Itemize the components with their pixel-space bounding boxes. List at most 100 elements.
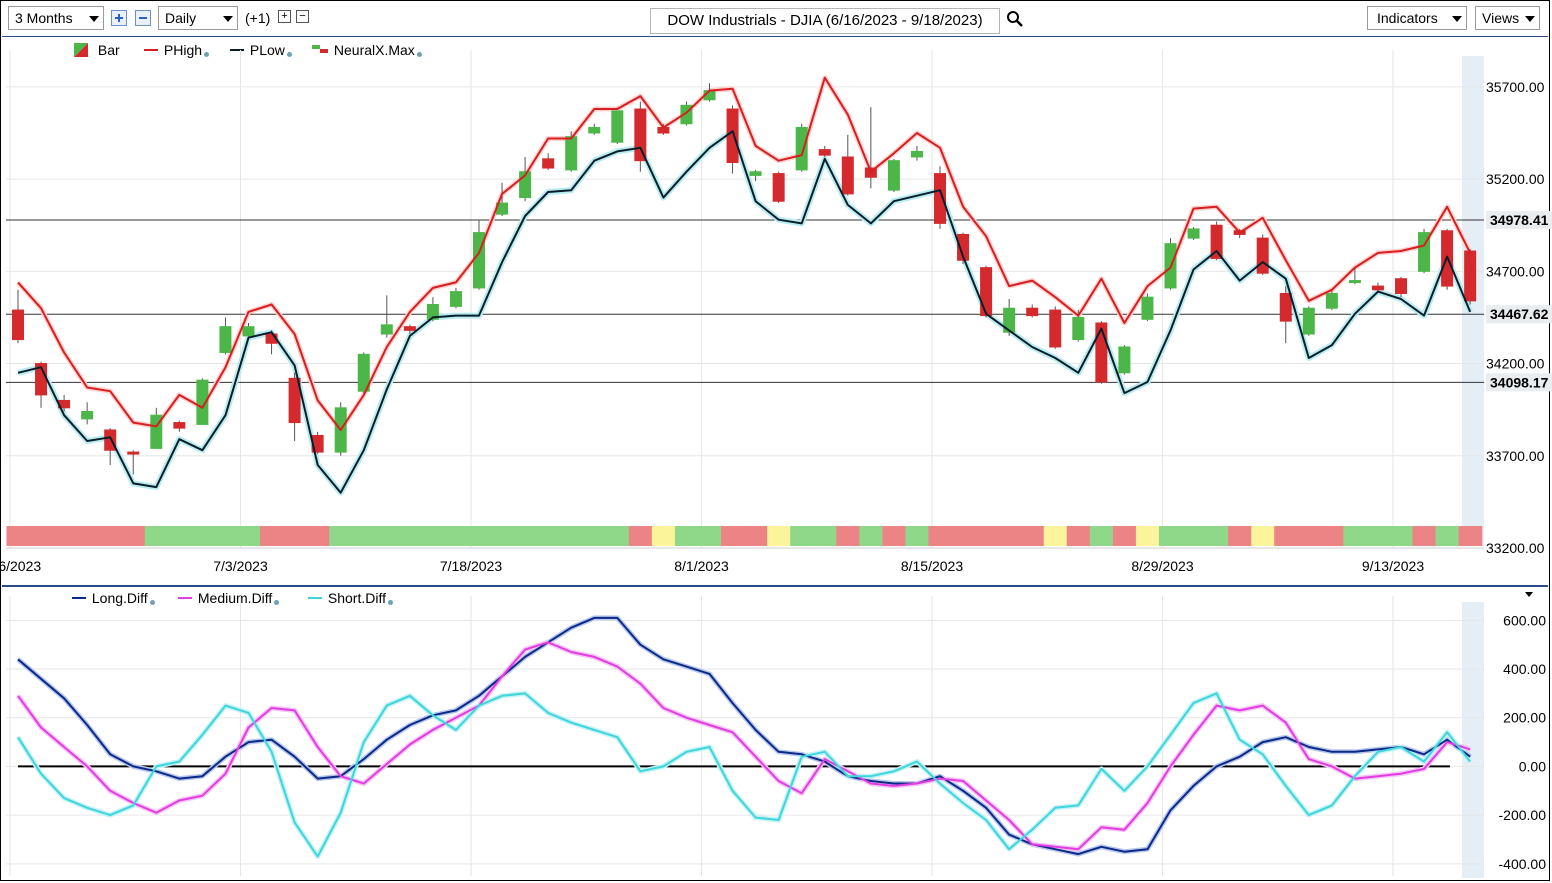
signal-band-cell — [375, 526, 399, 546]
x-tick-label: 8/29/2023 — [1131, 558, 1193, 574]
signal-band-cell — [513, 526, 538, 546]
signal-band-cell — [190, 526, 215, 546]
candle-down — [542, 158, 555, 169]
candle-down — [1026, 307, 1039, 317]
level-label: 34978.41 — [1490, 212, 1549, 228]
chevron-down-icon — [89, 16, 99, 22]
offset-label: (+1) — [245, 10, 271, 26]
y-tick-label: 400.00 — [1503, 661, 1546, 677]
candle-up — [1348, 280, 1361, 284]
chevron-down-icon — [223, 16, 233, 22]
signal-band-cell — [1135, 526, 1160, 546]
candle-up — [910, 150, 923, 158]
candle-up — [1118, 346, 1131, 374]
level-label: 34098.17 — [1490, 374, 1549, 390]
candle-down — [1395, 278, 1407, 294]
candle-down — [173, 422, 186, 429]
candle-up — [749, 171, 762, 176]
osc-scroll-strip — [1462, 602, 1484, 878]
signal-band-cell — [536, 526, 561, 546]
candle-down — [1256, 237, 1269, 274]
signal-band-cell — [1182, 526, 1206, 546]
plow-line — [17, 130, 1472, 494]
search-icon[interactable] — [1006, 10, 1024, 28]
candle-down — [1049, 309, 1062, 348]
candle-up — [1141, 296, 1154, 320]
signal-band-cell — [928, 526, 953, 546]
offset-increase-button[interactable]: + — [278, 10, 291, 23]
pane-divider[interactable] — [2, 585, 1548, 587]
signal-band-cell — [1020, 526, 1045, 546]
signal-band-cell — [1343, 526, 1368, 546]
series-glow — [16, 615, 1472, 857]
candle-down — [1095, 322, 1108, 383]
x-tick-label: 8/15/2023 — [901, 558, 963, 574]
interval-value: Daily — [165, 10, 197, 26]
views-dropdown[interactable]: Views — [1475, 6, 1540, 30]
signal-band-cell — [1320, 526, 1344, 546]
signal-band-cell — [98, 526, 123, 546]
candle-up — [380, 324, 393, 335]
y-tick-label: 35200.00 — [1486, 171, 1545, 187]
signal-band-cell — [974, 526, 999, 546]
signal-band-cell — [29, 526, 54, 546]
price-chart[interactable]: 35700.00 35200.00 34700.00 34200.00 33700.00… — [0, 38, 1552, 584]
signal-band-cell — [1205, 526, 1229, 546]
oscillator-chart[interactable]: 600.00 400.00 200.00 0.00 -200.00 -400.00 — [0, 588, 1552, 880]
zoom-out-button[interactable] — [135, 10, 151, 26]
candle-down — [1371, 285, 1384, 291]
symbol-title-field[interactable]: DOW Industrials - DJIA (6/16/2023 - 9/18… — [650, 8, 1000, 34]
candle-up — [565, 136, 578, 171]
signal-band-cell — [813, 526, 837, 546]
candle-down — [403, 326, 416, 331]
signal-band-cell — [121, 526, 146, 546]
signal-band-cell — [582, 526, 607, 546]
signal-band-cell — [6, 526, 31, 546]
views-label: Views — [1482, 10, 1520, 26]
y-tick-label: 200.00 — [1503, 710, 1546, 726]
signal-band-cell — [1274, 526, 1298, 546]
signal-band-cell — [605, 526, 630, 546]
range-value: 3 Months — [15, 10, 73, 26]
minus-icon — [139, 17, 147, 19]
signal-band-cell — [1251, 526, 1275, 546]
signal-band-cell — [144, 526, 169, 546]
zoom-in-button[interactable] — [111, 10, 127, 26]
signal-band-cell — [859, 526, 883, 546]
x-tick-label: 9/13/2023 — [1362, 558, 1424, 574]
y-tick-label: 34700.00 — [1486, 263, 1545, 279]
y-tick-label: 33200.00 — [1486, 540, 1545, 556]
indicators-dropdown[interactable]: Indicators — [1367, 6, 1467, 30]
x-tick-label: 6/16/2023 — [0, 558, 41, 574]
signal-band-cell — [628, 526, 653, 546]
x-tick-label: 7/18/2023 — [440, 558, 502, 574]
candle-up — [242, 326, 255, 337]
symbol-title: DOW Industrials - DJIA (6/16/2023 - 9/18… — [667, 12, 983, 29]
chevron-down-icon — [1525, 16, 1535, 22]
candle-up — [887, 160, 900, 191]
toolbar-divider — [2, 36, 1548, 37]
signal-band-cell — [1389, 526, 1414, 546]
x-tick-label: 8/1/2023 — [674, 558, 729, 574]
signal-band-cell — [1228, 526, 1252, 546]
signal-band-cell — [905, 526, 930, 546]
signal-band-cell — [236, 526, 261, 546]
candle-down — [818, 149, 831, 156]
candle-up — [449, 291, 462, 307]
y-tick-label: 34200.00 — [1486, 356, 1545, 372]
signal-band-cell — [444, 526, 469, 546]
y-tick-label: 600.00 — [1503, 612, 1546, 628]
signal-band-cell — [52, 526, 77, 546]
candle-up — [1072, 316, 1085, 341]
y-tick-label: 35700.00 — [1486, 79, 1545, 95]
offset-decrease-button[interactable]: − — [296, 10, 309, 23]
range-dropdown[interactable]: 3 Months — [8, 6, 104, 30]
candle-down — [634, 108, 647, 162]
signal-band-cell — [997, 526, 1022, 546]
signal-band-cell — [790, 526, 814, 546]
signal-band-cell — [167, 526, 192, 546]
candle-up — [1325, 292, 1338, 309]
signal-band-cell — [1112, 526, 1137, 546]
signal-band-cell — [1435, 526, 1460, 546]
interval-dropdown[interactable]: Daily — [158, 6, 238, 30]
